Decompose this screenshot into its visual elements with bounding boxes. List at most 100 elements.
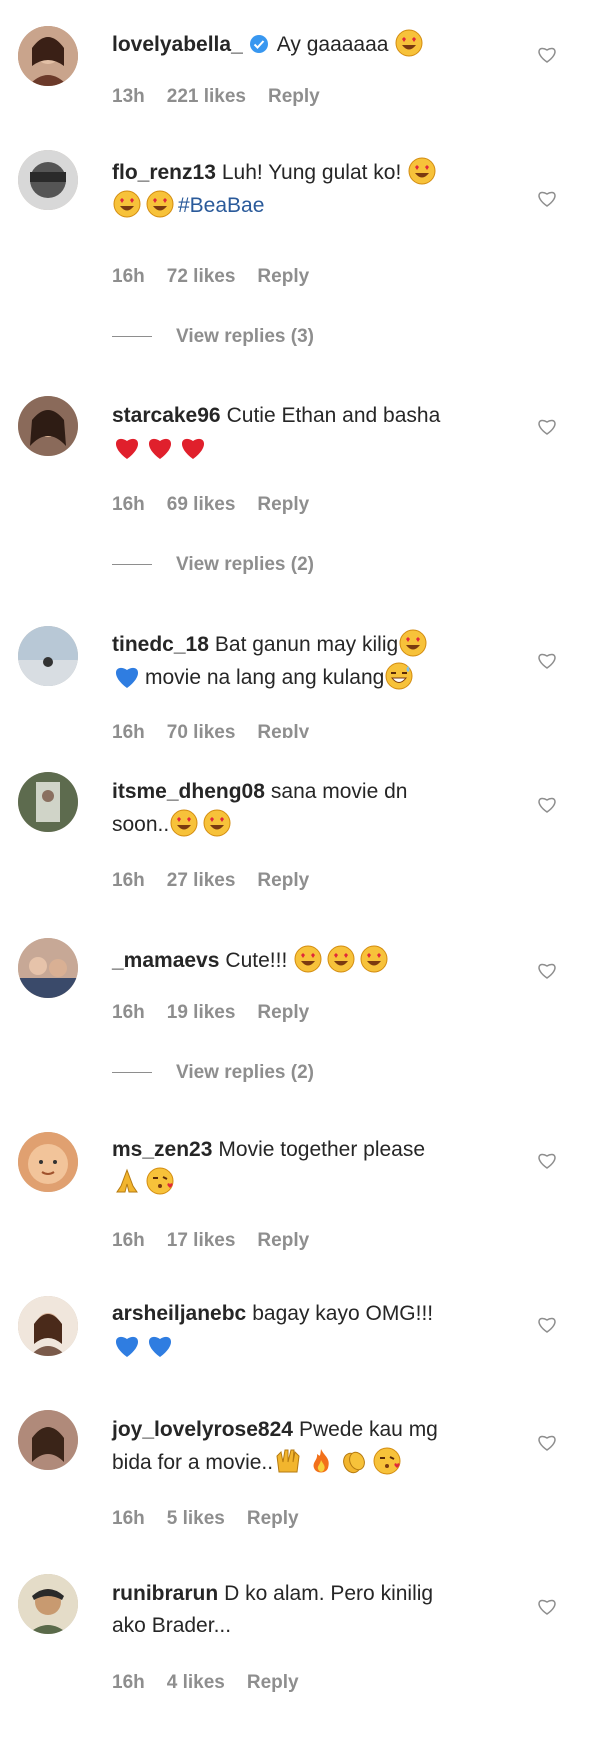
comment-body: arsheiljanebc bagay kayo OMG!!!	[112, 1298, 530, 1363]
like-heart-icon[interactable]	[536, 650, 558, 670]
username[interactable]: _mamaevs	[112, 949, 219, 972]
red-heart-emoji-icon	[148, 438, 172, 459]
like-heart-icon[interactable]	[536, 1314, 558, 1334]
username[interactable]: starcake96	[112, 404, 221, 427]
avatar[interactable]	[18, 938, 78, 998]
comment-meta: 16h 72 likes Reply	[112, 266, 331, 288]
timestamp: 16h	[112, 1230, 145, 1251]
reply-button[interactable]: Reply	[257, 1230, 309, 1251]
view-replies-button[interactable]: View replies (2)	[112, 1062, 314, 1084]
timestamp: 16h	[112, 1508, 145, 1529]
likes-count[interactable]: 70 likes	[167, 722, 236, 738]
reply-button[interactable]: Reply	[257, 870, 309, 891]
likes-count[interactable]: 4 likes	[167, 1672, 225, 1693]
divider	[112, 564, 152, 566]
like-heart-icon[interactable]	[536, 1150, 558, 1170]
like-heart-icon[interactable]	[536, 1432, 558, 1452]
reply-button[interactable]: Reply	[268, 86, 320, 107]
grinning-sweat-emoji-icon	[385, 662, 413, 690]
like-heart-icon[interactable]	[536, 1596, 558, 1616]
heart-eyes-emoji-icon	[203, 809, 231, 837]
comment-body: flo_renz13 Luh! Yung gulat ko! #BeaBae	[112, 156, 530, 222]
comment-text-line2: ako Brader...	[112, 1614, 232, 1637]
avatar[interactable]	[18, 150, 78, 210]
likes-count[interactable]: 27 likes	[167, 870, 236, 891]
comment-body: itsme_dheng08 sana movie dn soon..	[112, 776, 530, 841]
comment-text: Cutie Ethan and basha	[226, 404, 441, 427]
comment-body: lovelyabella_ Ay gaaaaaa	[112, 28, 530, 61]
comment-text: Movie together please	[218, 1138, 426, 1161]
comment-text: Cute!!!	[225, 949, 288, 972]
heart-eyes-emoji-icon	[395, 29, 423, 57]
comment-meta: 16h 5 likes Reply	[112, 1508, 321, 1530]
username[interactable]: lovelyabella_	[112, 33, 243, 56]
avatar[interactable]	[18, 1574, 78, 1634]
timestamp: 16h	[112, 1002, 145, 1023]
divider	[112, 1072, 152, 1074]
comment-body: ms_zen23 Movie together please	[112, 1134, 530, 1199]
heart-eyes-emoji-icon	[146, 190, 174, 218]
view-replies-button[interactable]: View replies (3)	[112, 326, 314, 348]
avatar[interactable]	[18, 1132, 78, 1192]
reply-button[interactable]: Reply	[257, 494, 309, 515]
comment-text: D ko alam. Pero kinilig	[224, 1582, 434, 1605]
username[interactable]: joy_lovelyrose824	[112, 1418, 293, 1441]
avatar[interactable]	[18, 1296, 78, 1356]
avatar[interactable]	[18, 1410, 78, 1470]
view-replies-label: View replies (2)	[176, 1062, 314, 1083]
heart-eyes-emoji-icon	[408, 157, 436, 185]
blue-heart-emoji-icon	[115, 1336, 139, 1357]
likes-count[interactable]: 5 likes	[167, 1508, 225, 1529]
reply-button[interactable]: Reply	[257, 1002, 309, 1023]
username[interactable]: arsheiljanebc	[112, 1302, 246, 1325]
like-heart-icon[interactable]	[536, 188, 558, 208]
timestamp: 13h	[112, 86, 145, 107]
likes-count[interactable]: 69 likes	[167, 494, 236, 515]
heart-eyes-emoji-icon	[327, 945, 355, 973]
comment-body: joy_lovelyrose824 Pwede kau mg bida for a…	[112, 1414, 530, 1479]
avatar[interactable]	[18, 26, 78, 86]
comment-meta: 16h 27 likes Reply	[112, 870, 331, 892]
likes-count[interactable]: 72 likes	[167, 266, 236, 287]
verified-badge-icon	[249, 35, 268, 53]
reply-button[interactable]: Reply	[257, 722, 309, 738]
comment-text: Luh! Yung gulat ko!	[221, 161, 402, 184]
like-heart-icon[interactable]	[536, 794, 558, 814]
username[interactable]: ms_zen23	[112, 1138, 212, 1161]
reply-button[interactable]: Reply	[247, 1672, 299, 1693]
reply-button[interactable]: Reply	[257, 266, 309, 287]
timestamp: 16h	[112, 1672, 145, 1693]
like-heart-icon[interactable]	[536, 44, 558, 64]
like-heart-icon[interactable]	[536, 416, 558, 436]
avatar[interactable]	[18, 396, 78, 456]
username[interactable]: flo_renz13	[112, 161, 216, 184]
red-heart-emoji-icon	[115, 438, 139, 459]
heart-eyes-emoji-icon	[113, 190, 141, 218]
avatar[interactable]	[18, 626, 78, 686]
username[interactable]: tinedc_18	[112, 633, 209, 656]
clapping-hands-emoji-icon	[343, 1451, 365, 1474]
comment-text-line2: soon..	[112, 813, 170, 836]
view-replies-label: View replies (3)	[176, 326, 314, 347]
like-heart-icon[interactable]	[536, 960, 558, 980]
likes-count[interactable]: 19 likes	[167, 1002, 236, 1023]
reply-button[interactable]: Reply	[247, 1508, 299, 1529]
comment-body: runibrarun D ko alam. Pero kinilig ako Br…	[112, 1578, 530, 1642]
comment-text: bagay kayo OMG!!!	[252, 1302, 434, 1325]
face-blowing-kiss-emoji-icon	[146, 1167, 174, 1195]
timestamp: 16h	[112, 266, 145, 287]
face-blowing-kiss-emoji-icon	[373, 1447, 401, 1475]
comment-body: tinedc_18 Bat ganun may kilig movie na la…	[112, 628, 530, 694]
heart-eyes-emoji-icon	[294, 945, 322, 973]
hashtag-link[interactable]: #BeaBae	[178, 194, 264, 217]
view-replies-button[interactable]: View replies (2)	[112, 554, 314, 576]
comment-meta: 16h 4 likes Reply	[112, 1672, 321, 1694]
comment-text: sana movie dn	[270, 780, 408, 803]
avatar[interactable]	[18, 772, 78, 832]
username[interactable]: runibrarun	[112, 1582, 218, 1605]
likes-count[interactable]: 17 likes	[167, 1230, 236, 1251]
likes-count[interactable]: 221 likes	[167, 86, 246, 107]
fire-emoji-icon	[313, 1449, 329, 1473]
heart-eyes-emoji-icon	[399, 629, 427, 657]
username[interactable]: itsme_dheng08	[112, 780, 265, 803]
